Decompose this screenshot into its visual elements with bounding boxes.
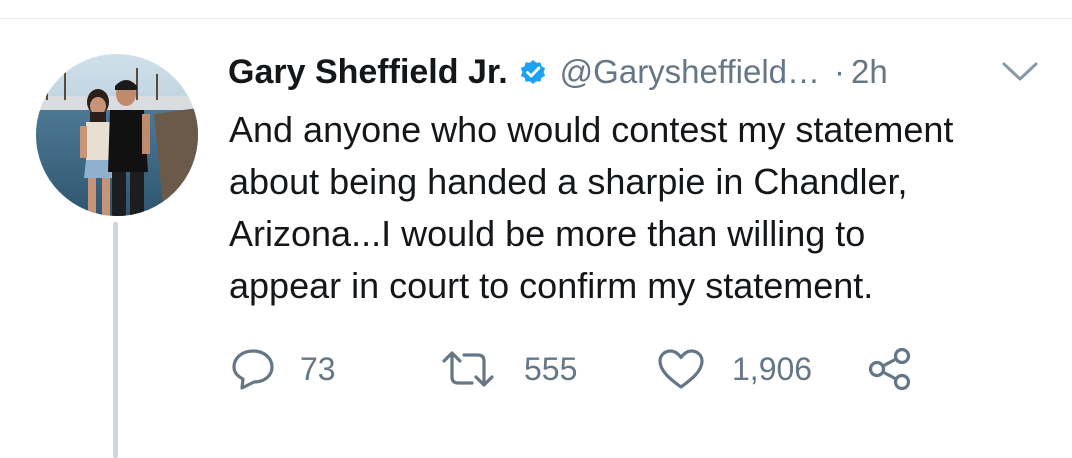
- like-count: 1,906: [732, 350, 813, 387]
- share-button[interactable]: [866, 342, 914, 396]
- separator-dot: ·: [834, 53, 845, 90]
- like-button[interactable]: 1,906: [656, 342, 812, 396]
- tweet-card[interactable]: Gary Sheffield Jr. @Garysheffield… · 2h …: [0, 0, 1072, 458]
- author-avatar[interactable]: [36, 54, 198, 216]
- tweet-header: Gary Sheffield Jr. @Garysheffield… · 2h: [228, 50, 1048, 94]
- reply-button[interactable]: 73: [230, 342, 336, 396]
- reply-count: 73: [300, 350, 336, 387]
- verified-badge-icon: [518, 57, 548, 87]
- top-divider: [0, 18, 1072, 19]
- share-icon: [866, 345, 914, 393]
- tweet-body-text: And anyone who would contest my statemen…: [229, 109, 954, 306]
- tweet-timestamp[interactable]: 2h: [851, 53, 888, 91]
- thread-connector-line: [113, 222, 118, 458]
- retweet-button[interactable]: 555: [440, 342, 577, 396]
- retweet-count: 555: [524, 350, 578, 387]
- reply-icon: [230, 347, 276, 391]
- heart-icon: [656, 347, 706, 391]
- avatar-photo: [36, 54, 198, 216]
- author-display-name[interactable]: Gary Sheffield Jr.: [228, 53, 508, 92]
- author-handle[interactable]: @Garysheffield…: [560, 53, 820, 91]
- retweet-icon: [440, 349, 496, 389]
- chevron-down-icon[interactable]: [1000, 58, 1040, 86]
